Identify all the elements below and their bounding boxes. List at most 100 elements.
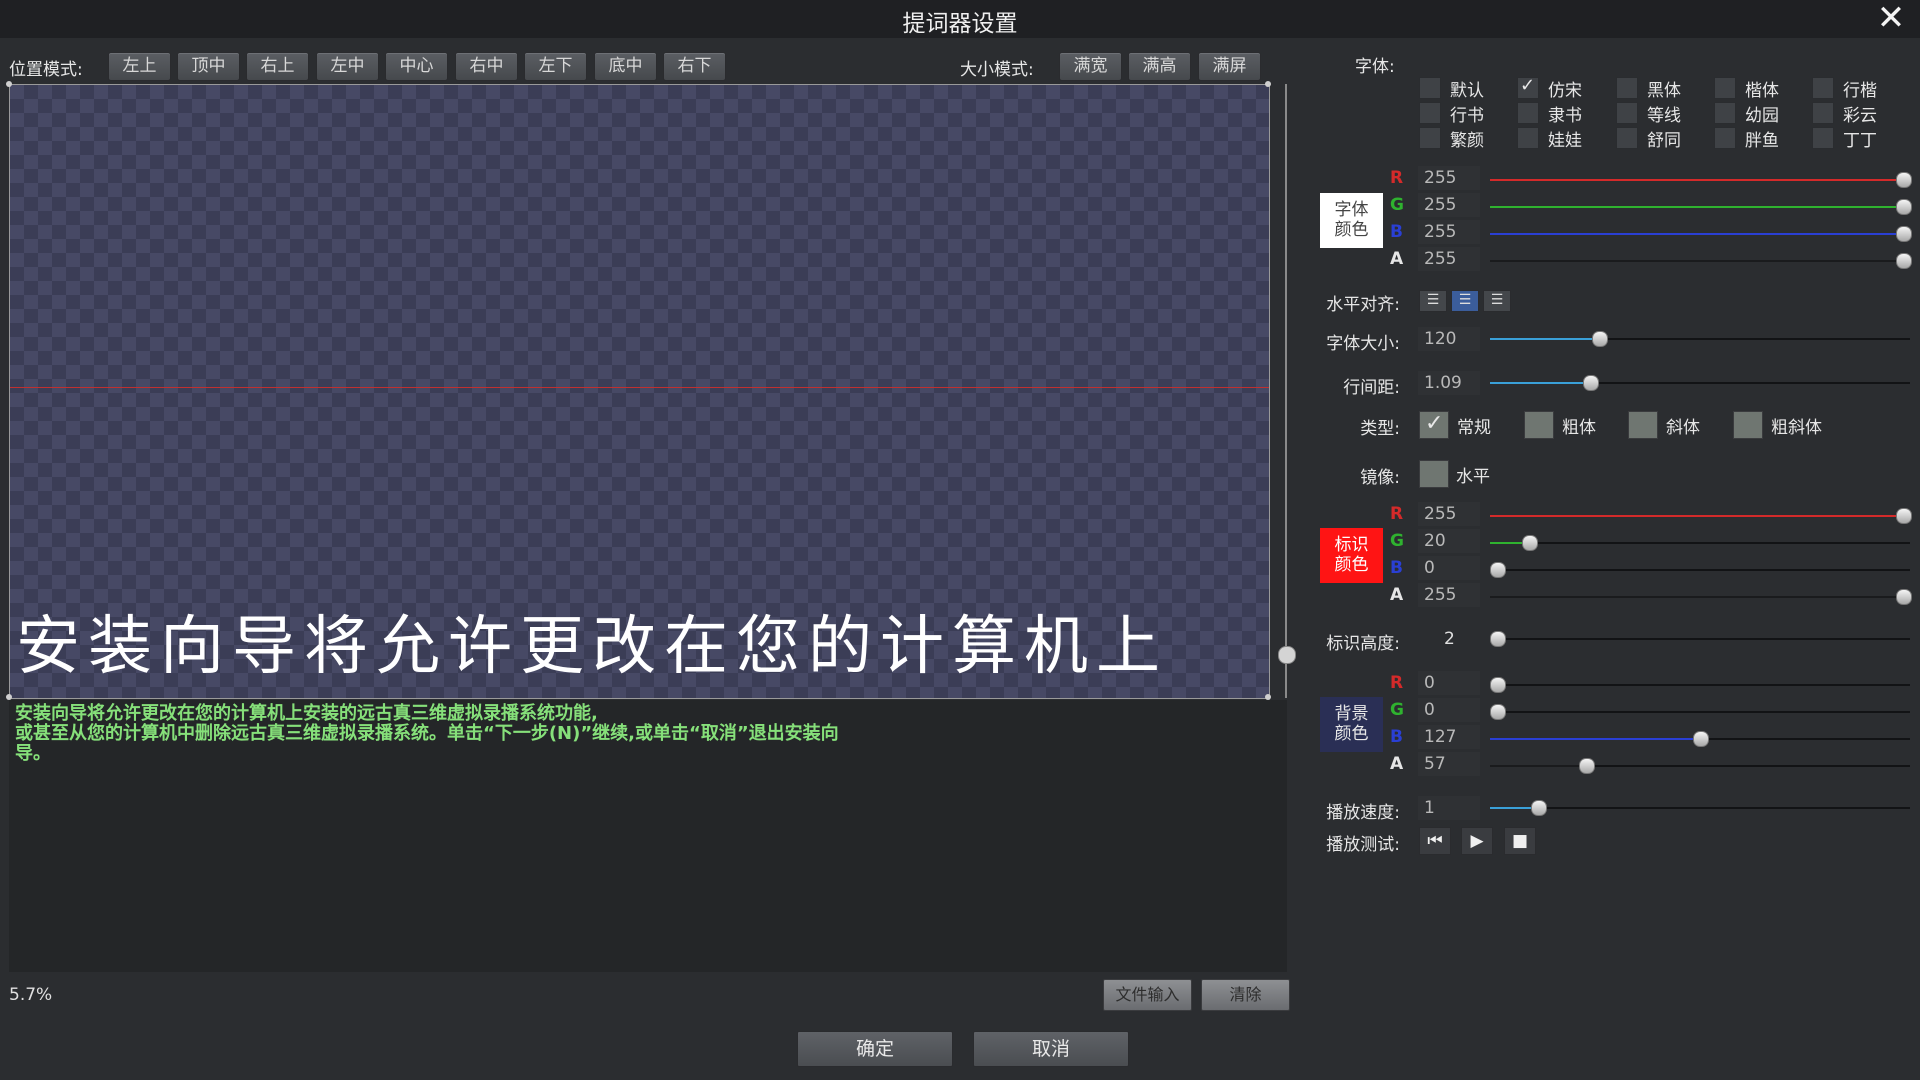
font-size-input[interactable]: 120	[1418, 327, 1480, 351]
bg_color-g-slider-knob[interactable]	[1490, 704, 1506, 720]
font-option-checkbox[interactable]	[1812, 127, 1834, 149]
position-3-button[interactable]: 左中	[316, 52, 379, 81]
close-icon[interactable]: ✕	[1872, 0, 1910, 36]
channel-a-input[interactable]: 57	[1418, 752, 1480, 776]
play-icon[interactable]: ▶	[1461, 827, 1493, 855]
font-option-checkbox[interactable]	[1616, 127, 1638, 149]
channel-g-input[interactable]: 255	[1418, 193, 1480, 217]
channel-r-input[interactable]: 255	[1418, 166, 1480, 190]
font_color-a-slider-knob[interactable]	[1896, 253, 1912, 269]
stop-icon[interactable]: ■	[1504, 827, 1536, 855]
font-option-checkbox[interactable]	[1517, 127, 1539, 149]
mark-height-slider-knob[interactable]	[1490, 631, 1506, 647]
size-mode-2-button[interactable]: 满屏	[1198, 52, 1261, 81]
bg_color-r-slider-track[interactable]	[1490, 684, 1910, 686]
channel-r-input[interactable]: 0	[1418, 671, 1480, 695]
channel-g-input[interactable]: 20	[1418, 529, 1480, 553]
bg_color-r-slider-knob[interactable]	[1490, 677, 1506, 693]
bg_color-b-slider-knob[interactable]	[1693, 731, 1709, 747]
font-option-checkbox[interactable]	[1616, 77, 1638, 99]
mark_color-g-slider-knob[interactable]	[1522, 535, 1538, 551]
channel-b-input[interactable]: 255	[1418, 220, 1480, 244]
position-0-button[interactable]: 左上	[108, 52, 171, 81]
font_color-g-slider-fill	[1490, 206, 1910, 208]
size-mode-1-button[interactable]: 满高	[1128, 52, 1191, 81]
clear-button[interactable]: 清除	[1201, 979, 1290, 1011]
mark-color-swatch[interactable]: 标识 颜色	[1320, 528, 1383, 583]
font-option-label: 行楷	[1843, 81, 1877, 101]
channel-g-input[interactable]: 0	[1418, 698, 1480, 722]
bg_color-g-slider-track[interactable]	[1490, 711, 1910, 713]
bg_color-a-slider-knob[interactable]	[1579, 758, 1595, 774]
channel-r-input[interactable]: 255	[1418, 502, 1480, 526]
font_color-r-slider-knob[interactable]	[1896, 172, 1912, 188]
style-option-checkbox[interactable]	[1524, 411, 1554, 439]
font-color-swatch[interactable]: 字体 颜色	[1320, 193, 1383, 248]
mark-height-slider-track[interactable]	[1490, 638, 1910, 640]
play-speed-slider-track[interactable]	[1490, 807, 1910, 809]
channel-a-input[interactable]: 255	[1418, 583, 1480, 607]
line-spacing-slider-knob[interactable]	[1583, 375, 1599, 391]
position-2-button[interactable]: 右上	[246, 52, 309, 81]
channel-a-input[interactable]: 255	[1418, 247, 1480, 271]
font_color-a-slider-fill	[1490, 260, 1910, 262]
font-option-checkbox[interactable]	[1517, 75, 1539, 99]
font-option-checkbox[interactable]	[1616, 102, 1638, 124]
mark_color-g-slider-track[interactable]	[1490, 542, 1910, 544]
font_color-g-slider-knob[interactable]	[1896, 199, 1912, 215]
editor-content[interactable]: 安装向导将允许更改在您的计算机上安装的远古真三维虚拟录播系统功能, 或甚至从您的…	[15, 704, 975, 764]
style-option-checkbox[interactable]	[1628, 411, 1658, 439]
font-option-checkbox[interactable]	[1419, 102, 1441, 124]
vertical-scroll-knob[interactable]	[1278, 646, 1296, 664]
font-option-checkbox[interactable]	[1419, 77, 1441, 99]
font-option-checkbox[interactable]	[1419, 127, 1441, 149]
font-option-checkbox[interactable]	[1714, 77, 1736, 99]
mark_color-r-slider-knob[interactable]	[1896, 508, 1912, 524]
mark_color-b-slider-knob[interactable]	[1490, 562, 1506, 578]
style-option-checkbox[interactable]	[1733, 411, 1763, 439]
font-option-checkbox[interactable]	[1812, 102, 1834, 124]
bg_color-b-slider-fill	[1490, 738, 1700, 740]
align-center-icon[interactable]: ☰	[1451, 290, 1479, 312]
position-4-button[interactable]: 中心	[385, 52, 448, 81]
position-1-button[interactable]: 顶中	[177, 52, 240, 81]
font-option-label: 等线	[1647, 106, 1681, 126]
size-mode-0-button[interactable]: 满宽	[1059, 52, 1122, 81]
line-spacing-input[interactable]: 1.09	[1418, 371, 1480, 395]
font-option-label: 隶书	[1548, 106, 1582, 126]
background-color-swatch[interactable]: 背景 颜色	[1320, 697, 1383, 752]
font-option-label: 繁颜	[1450, 131, 1484, 151]
font-option-checkbox[interactable]	[1714, 127, 1736, 149]
resize-handle[interactable]	[6, 81, 12, 87]
position-8-button[interactable]: 右下	[663, 52, 726, 81]
font_color-b-slider-knob[interactable]	[1896, 226, 1912, 242]
channel-b-input[interactable]: 127	[1418, 725, 1480, 749]
mark_color-g-slider-fill	[1490, 542, 1524, 544]
font-size-slider-knob[interactable]	[1592, 331, 1608, 347]
font-option-checkbox[interactable]	[1812, 77, 1834, 99]
preview-canvas[interactable]: 安装向导将允许更改在您的计算机上	[9, 84, 1270, 699]
vertical-scroll-track[interactable]	[1285, 84, 1287, 698]
channel-b-input[interactable]: 0	[1418, 556, 1480, 580]
mark_color-a-slider-knob[interactable]	[1896, 589, 1912, 605]
text-editor[interactable]: 安装向导将允许更改在您的计算机上安装的远古真三维虚拟录播系统功能, 或甚至从您的…	[9, 700, 1287, 972]
play-speed-input[interactable]: 1	[1418, 796, 1480, 820]
position-7-button[interactable]: 底中	[594, 52, 657, 81]
ok-button[interactable]: 确定	[797, 1031, 953, 1067]
mirror-horizontal-checkbox[interactable]	[1419, 460, 1449, 488]
channel-a-label: A	[1390, 754, 1404, 774]
font-option-checkbox[interactable]	[1517, 102, 1539, 124]
resize-handle[interactable]	[1265, 81, 1271, 87]
play-speed-slider-knob[interactable]	[1531, 800, 1547, 816]
file-input-button[interactable]: 文件输入	[1103, 979, 1192, 1011]
position-5-button[interactable]: 右中	[455, 52, 518, 81]
cancel-button[interactable]: 取消	[973, 1031, 1129, 1067]
mark_color-b-slider-track[interactable]	[1490, 569, 1910, 571]
style-option-checkbox[interactable]	[1419, 411, 1449, 439]
font-option-checkbox[interactable]	[1714, 102, 1736, 124]
skip-back-icon[interactable]: ⏮	[1419, 827, 1451, 855]
align-right-icon[interactable]: ☰	[1483, 290, 1511, 312]
align-left-icon[interactable]: ☰	[1419, 290, 1447, 312]
position-6-button[interactable]: 左下	[524, 52, 587, 81]
font-size-label: 字体大小:	[1326, 334, 1400, 354]
